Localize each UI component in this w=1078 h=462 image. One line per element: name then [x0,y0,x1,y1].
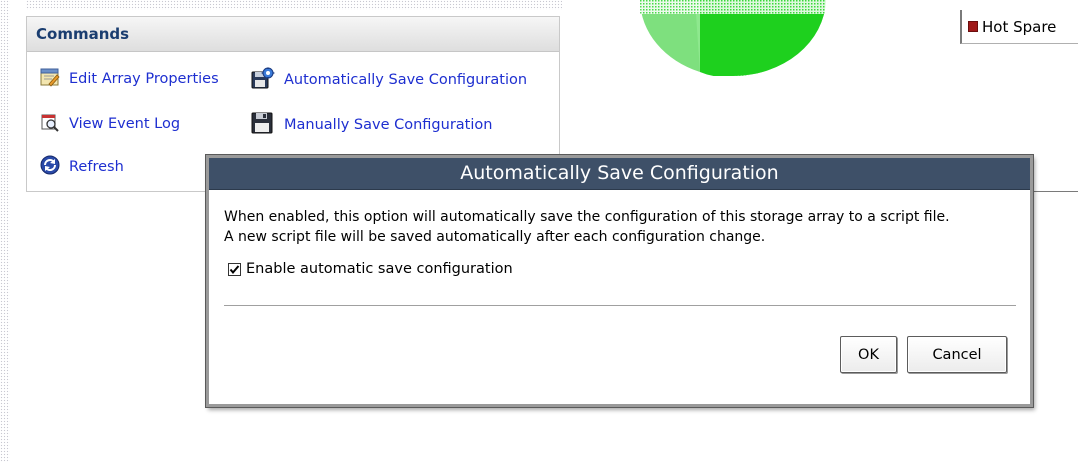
view-event-log-label: View Event Log [69,116,181,132]
cancel-button[interactable]: Cancel [907,336,1007,373]
auto-save-dialog: Automatically Save Configuration When en… [206,155,1033,407]
dialog-title: Automatically Save Configuration [209,158,1030,190]
view-event-log-link[interactable]: View Event Log [40,112,180,136]
page-top-border [26,0,562,10]
auto-save-configuration-label: Automatically Save Configuration [284,72,528,88]
enable-auto-save-checkbox[interactable] [228,262,241,276]
auto-save-icon [249,67,275,93]
manually-save-configuration-link[interactable]: Manually Save Configuration [249,112,492,138]
floppy-disk-icon [249,112,275,138]
commands-header: Commands [27,17,559,52]
manually-save-configuration-label: Manually Save Configuration [284,117,493,133]
hot-spare-label: Hot Spare [982,17,1057,36]
ok-button[interactable]: OK [840,336,897,373]
refresh-icon [40,155,60,179]
edit-properties-icon [40,67,60,91]
capacity-pie-chart [640,0,826,77]
checkmark-icon [229,264,240,274]
edit-array-properties-label: Edit Array Properties [69,71,219,87]
refresh-link[interactable]: Refresh [40,155,124,179]
refresh-label: Refresh [69,159,124,175]
auto-save-configuration-link[interactable]: Automatically Save Configuration [249,67,527,93]
hot-spare-legend: Hot Spare [960,10,1078,44]
dialog-separator [224,305,1016,306]
divider-line [1030,191,1078,192]
enable-auto-save-checkbox-row[interactable]: Enable automatic save configuration [228,261,513,277]
enable-auto-save-label: Enable automatic save configuration [246,261,513,277]
dialog-description: When enabled, this option will automatic… [224,207,1020,247]
hot-spare-swatch [968,21,978,32]
event-log-icon [40,112,60,136]
edit-array-properties-link[interactable]: Edit Array Properties [40,67,219,91]
dialog-description-line-2: A new script file will be saved automati… [224,229,766,245]
dialog-description-line-1: When enabled, this option will automatic… [224,209,950,225]
page-left-border [0,0,10,462]
